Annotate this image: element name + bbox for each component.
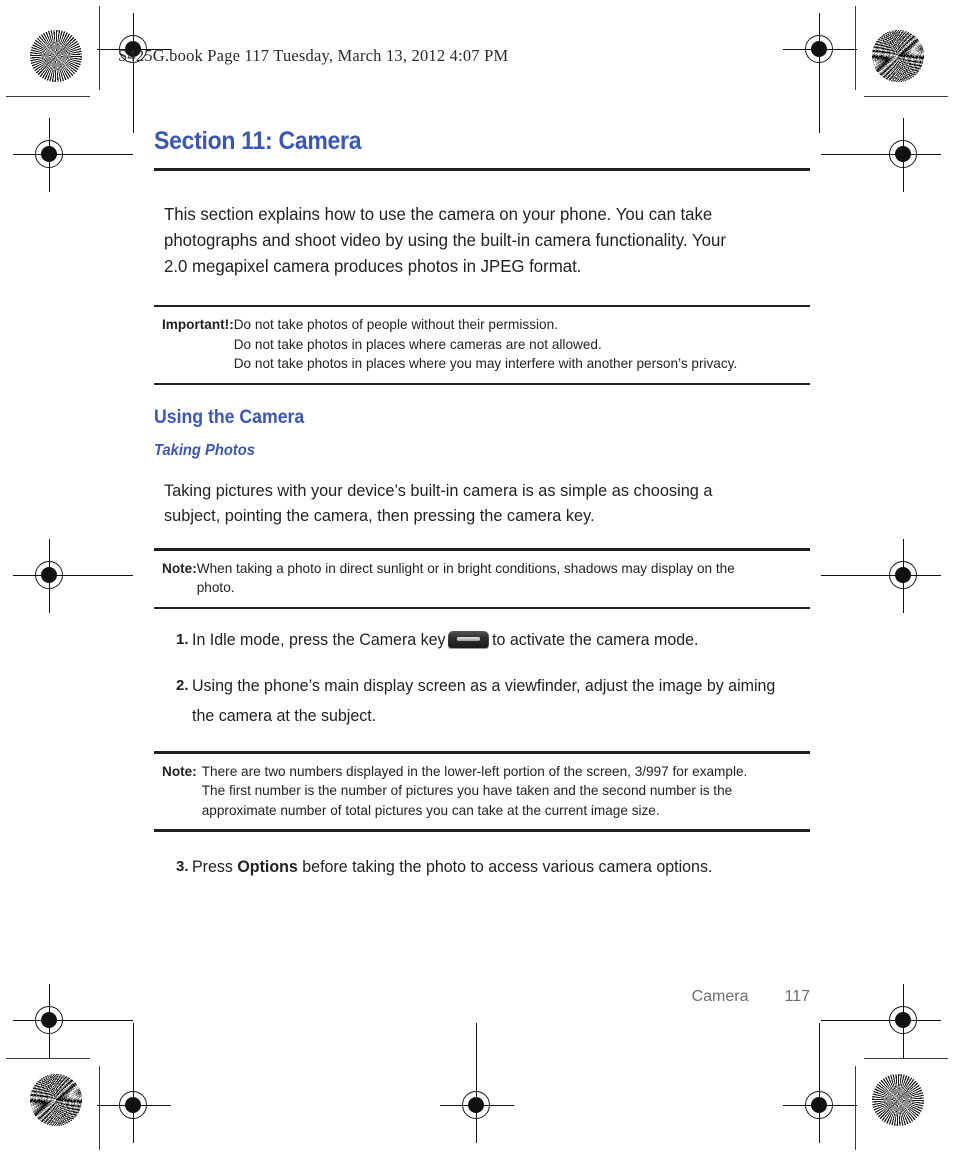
important-line: Do not take photos in places where camer… xyxy=(233,336,602,352)
list-item: 1. In Idle mode, press the Camera key to … xyxy=(154,625,810,655)
note-sunlight-body: When taking a photo in direct sunlight o… xyxy=(197,559,806,598)
registration-mark-right-lower xyxy=(821,984,941,1058)
page-title: Section 11: Camera xyxy=(154,127,362,155)
step-text-after: to activate the camera mode. xyxy=(492,631,699,649)
page-content: Section 11: Camera This section explains… xyxy=(154,127,810,882)
registration-mark-right-upper xyxy=(821,118,941,192)
list-item: 3. Press Options before taking the photo… xyxy=(154,852,810,882)
step-text-before: Press xyxy=(192,857,238,876)
note-sunlight-rule-bottom xyxy=(154,606,810,609)
step-text: Using the phone’s main display screen as… xyxy=(192,677,776,725)
note-sunlight-line: When taking a photo in direct sunlight o… xyxy=(196,560,735,576)
note-sunlight-callout: Note: When taking a photo in direct sunl… xyxy=(154,551,810,607)
note-numbers-label: Note: xyxy=(162,763,197,779)
important-callout: Important!: Do not take photos of people… xyxy=(154,307,810,383)
trim-line-top-right-horizontal xyxy=(864,96,948,97)
step-text: Press Options before taking the photo to… xyxy=(192,852,791,882)
step-number: 3. xyxy=(176,857,189,875)
footer-chapter: Camera xyxy=(691,988,749,1005)
step-text: In Idle mode, press the Camera key to act… xyxy=(192,625,791,655)
page-footer: Camera 117 xyxy=(154,988,810,1006)
registration-mark-bottom-right xyxy=(783,1023,857,1143)
step-number: 1. xyxy=(176,631,189,648)
trim-line-bottom-right-horizontal xyxy=(864,1058,948,1059)
star-target-bottom-right xyxy=(872,1074,924,1126)
note-numbers-body: There are two numbers displayed in the l… xyxy=(202,762,806,821)
registration-mark-right-middle xyxy=(821,539,941,613)
steps-list-two: 3. Press Options before taking the photo… xyxy=(154,852,810,882)
note-sunlight-label: Note: xyxy=(162,560,197,576)
moire-target-top-right xyxy=(872,30,924,82)
steps-list-one: 1. In Idle mode, press the Camera key to … xyxy=(154,625,810,731)
trim-line-bottom-right-vertical xyxy=(855,1066,856,1150)
trim-line-bottom-left-horizontal xyxy=(6,1058,90,1059)
moire-target-bottom-left xyxy=(30,1074,82,1126)
list-item: 2. Using the phone’s main display screen… xyxy=(154,671,810,731)
registration-mark-bottom-left xyxy=(97,1023,171,1143)
important-label: Important!: xyxy=(162,317,234,332)
step-text-after: before taking the photo to access variou… xyxy=(297,857,713,876)
registration-mark-left-middle xyxy=(13,539,133,613)
registration-mark-left-lower xyxy=(13,984,133,1058)
note-numbers-rule-bottom xyxy=(154,829,810,832)
note-numbers-line: There are two numbers displayed in the l… xyxy=(201,763,748,779)
registration-mark-bottom-center xyxy=(440,1023,514,1143)
important-line: Do not take photos of people without the… xyxy=(233,317,558,332)
taking-photos-paragraph: Taking pictures with your device’s built… xyxy=(164,481,713,525)
note-numbers-line: approximate number of total pictures you… xyxy=(201,802,660,818)
footer-page-number: 117 xyxy=(784,988,810,1005)
trim-line-top-right-vertical xyxy=(855,6,856,90)
note-sunlight-line: photo. xyxy=(196,580,235,595)
step-text-bold: Options xyxy=(237,857,298,876)
trim-line-top-left-horizontal xyxy=(6,96,90,97)
step-text-before: In Idle mode, press the Camera key xyxy=(192,631,446,649)
important-body: Do not take photos of people without the… xyxy=(234,315,806,374)
trim-line-top-left-vertical xyxy=(99,6,100,90)
heading-taking-photos: Taking Photos xyxy=(154,442,255,459)
trim-line-bottom-left-vertical xyxy=(99,1066,100,1150)
important-rule-bottom xyxy=(154,382,810,385)
registration-mark-top-right xyxy=(783,13,857,133)
step-number: 2. xyxy=(176,677,189,694)
camera-key-icon xyxy=(448,631,490,648)
note-numbers-callout: Note: There are two numbers displayed in… xyxy=(154,754,810,830)
heading-using-the-camera: Using the Camera xyxy=(154,407,305,428)
star-target-top-left xyxy=(30,30,82,82)
registration-mark-left-upper xyxy=(13,118,133,192)
running-header: S425G.book Page 117 Tuesday, March 13, 2… xyxy=(118,46,509,65)
important-line: Do not take photos in places where you m… xyxy=(233,356,738,371)
intro-paragraph: This section explains how to use the cam… xyxy=(164,203,726,276)
note-numbers-line: The first number is the number of pictur… xyxy=(201,783,733,798)
title-rule xyxy=(154,167,810,171)
